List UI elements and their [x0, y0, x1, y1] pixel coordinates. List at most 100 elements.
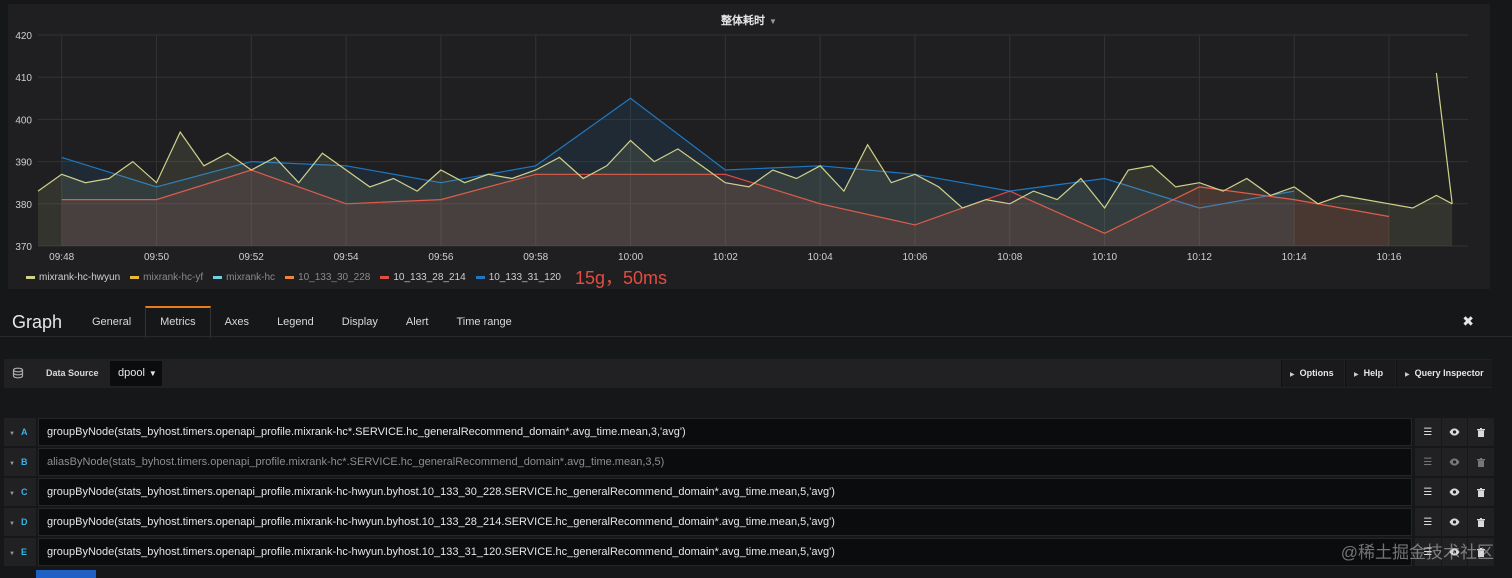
legend-label: 10_133_31_120 — [488, 271, 561, 283]
x-tick-label: 09:54 — [334, 252, 359, 263]
legend-swatch — [213, 275, 223, 279]
close-icon[interactable]: ✖ — [1462, 313, 1474, 330]
options-button[interactable]: ▶ Options — [1281, 360, 1344, 387]
query-ref[interactable]: ▼ E — [4, 538, 36, 566]
tab-general[interactable]: General — [78, 307, 145, 337]
y-tick-label: 410 — [15, 73, 32, 84]
collapse-icon[interactable]: ▼ — [9, 521, 15, 527]
x-tick-label: 10:08 — [997, 252, 1022, 263]
x-tick-label: 09:58 — [523, 252, 548, 263]
panel-title[interactable]: 整体耗时 ▼ — [8, 12, 1490, 28]
query-ref-letter: A — [20, 427, 28, 437]
add-query-button[interactable] — [36, 570, 96, 578]
query-row-b: ▼ BaliasByNode(stats_byhost.timers.openap… — [4, 448, 1495, 476]
query-input[interactable]: groupByNode(stats_byhost.timers.openapi_… — [38, 418, 1412, 446]
eye-icon[interactable] — [1441, 448, 1468, 476]
collapse-icon[interactable]: ▼ — [9, 431, 15, 437]
collapse-icon[interactable]: ▼ — [9, 551, 15, 557]
legend-label: mixrank-hc-hwyun — [39, 271, 121, 283]
editor-title: Graph — [12, 312, 63, 332]
trash-icon[interactable] — [1468, 508, 1495, 536]
legend-label: mixrank-hc-yf — [143, 271, 204, 283]
x-tick-label: 10:12 — [1187, 252, 1212, 263]
y-tick-label: 390 — [15, 158, 32, 169]
triangle-right-icon: ▶ — [1290, 372, 1295, 378]
menu-icon[interactable]: ☰ — [1415, 448, 1441, 476]
legend-swatch — [130, 275, 140, 279]
caret-down-icon: ▼ — [148, 369, 157, 378]
query-ref[interactable]: ▼ B — [4, 448, 36, 476]
query-input[interactable]: groupByNode(stats_byhost.timers.openapi_… — [38, 478, 1412, 506]
x-tick-label: 10:14 — [1282, 252, 1307, 263]
legend-item[interactable]: 10_133_28_214 — [380, 272, 466, 283]
query-row-c: ▼ CgroupByNode(stats_byhost.timers.openap… — [4, 478, 1495, 506]
query-input[interactable]: groupByNode(stats_byhost.timers.openapi_… — [38, 538, 1412, 566]
trash-icon[interactable] — [1468, 418, 1495, 446]
legend-item[interactable]: mixrank-hc-hwyun — [26, 272, 120, 283]
collapse-icon[interactable]: ▼ — [9, 461, 15, 467]
tab-metrics[interactable]: Metrics — [145, 306, 211, 338]
query-input[interactable]: groupByNode(stats_byhost.timers.openapi_… — [38, 508, 1412, 536]
query-ref[interactable]: ▼ C — [4, 478, 36, 506]
legend-item[interactable]: mixrank-hc-yf — [130, 272, 203, 283]
query-actions: ☰ — [1414, 478, 1495, 506]
query-ref-letter: D — [20, 517, 28, 527]
datasource-row: Data Source dpool ▼ ▶ Options ▶ Help ▶ Query… — [4, 359, 1492, 388]
chart: 370 380 390 400 410 420 09:48 09:50 09:52 09:54 09… — [15, 31, 1468, 263]
menu-icon[interactable]: ☰ — [1415, 418, 1441, 446]
datasource-value: dpool — [118, 367, 145, 379]
tab-legend[interactable]: Legend — [263, 307, 328, 337]
eye-icon[interactable] — [1441, 418, 1468, 446]
help-button[interactable]: ▶ Help — [1345, 360, 1395, 387]
trash-icon[interactable] — [1468, 478, 1495, 506]
query-row-d: ▼ DgroupByNode(stats_byhost.timers.openap… — [4, 508, 1495, 536]
x-tick-label: 10:16 — [1376, 252, 1401, 263]
tab-axes[interactable]: Axes — [211, 307, 263, 337]
menu-icon[interactable]: ☰ — [1415, 478, 1441, 506]
trash-icon[interactable] — [1468, 448, 1495, 476]
x-tick-label: 09:48 — [49, 252, 74, 263]
x-tick-label: 10:06 — [902, 252, 927, 263]
query-inspector-button[interactable]: ▶ Query Inspector — [1396, 360, 1492, 387]
triangle-right-icon: ▶ — [1354, 372, 1359, 378]
legend-item[interactable]: 10_133_31_120 — [475, 271, 561, 283]
query-row-a: ▼ AgroupByNode(stats_byhost.timers.openap… — [4, 418, 1495, 446]
menu-icon[interactable]: ☰ — [1415, 508, 1441, 536]
legend-item[interactable]: mixrank-hc — [213, 272, 275, 283]
legend: mixrank-hc-hwyun mixrank-hc-yf mixrank-hc 1… — [26, 266, 667, 288]
x-tick-label: 09:52 — [239, 252, 264, 263]
x-tick-label: 09:50 — [144, 252, 169, 263]
y-tick-label: 420 — [15, 31, 32, 42]
query-ref[interactable]: ▼ D — [4, 508, 36, 536]
query-ref[interactable]: ▼ A — [4, 418, 36, 446]
eye-icon[interactable] — [1441, 478, 1468, 506]
legend-swatch — [380, 275, 390, 279]
legend-label: 10_133_30_228 — [298, 271, 371, 283]
query-actions: ☰ — [1414, 508, 1495, 536]
eye-icon[interactable] — [1441, 508, 1468, 536]
annotation-text: 15g，50ms — [575, 268, 668, 288]
x-tick-label: 10:00 — [618, 252, 643, 263]
y-tick-label: 400 — [15, 115, 32, 126]
legend-item[interactable]: 10_133_30_228 — [285, 272, 370, 283]
x-tick-label: 10:02 — [713, 252, 738, 263]
tab-display[interactable]: Display — [328, 307, 392, 337]
tab-divider — [0, 336, 1512, 337]
x-tick-label: 09:56 — [428, 252, 453, 263]
tab-time-range[interactable]: Time range — [442, 307, 525, 337]
query-ref-letter: B — [20, 457, 28, 467]
datasource-select[interactable]: dpool ▼ — [110, 361, 162, 386]
y-tick-label: 380 — [15, 200, 32, 211]
query-actions: ☰ — [1414, 448, 1495, 476]
watermark: @稀土掘金技术社区 — [1340, 543, 1494, 562]
series-area-0 — [38, 132, 1453, 246]
caret-down-icon[interactable]: ▼ — [769, 17, 777, 26]
tab-alert[interactable]: Alert — [392, 307, 443, 337]
editor-tabs: General Metrics Axes Legend Display Alert Time… — [78, 306, 526, 338]
x-tick-label: 10:10 — [1092, 252, 1117, 263]
panel-title-text: 整体耗时 — [721, 15, 766, 27]
legend-swatch — [26, 275, 35, 279]
query-input[interactable]: aliasByNode(stats_byhost.timers.openapi_… — [38, 448, 1412, 476]
series-spike — [1435, 72, 1453, 204]
collapse-icon[interactable]: ▼ — [9, 491, 15, 497]
